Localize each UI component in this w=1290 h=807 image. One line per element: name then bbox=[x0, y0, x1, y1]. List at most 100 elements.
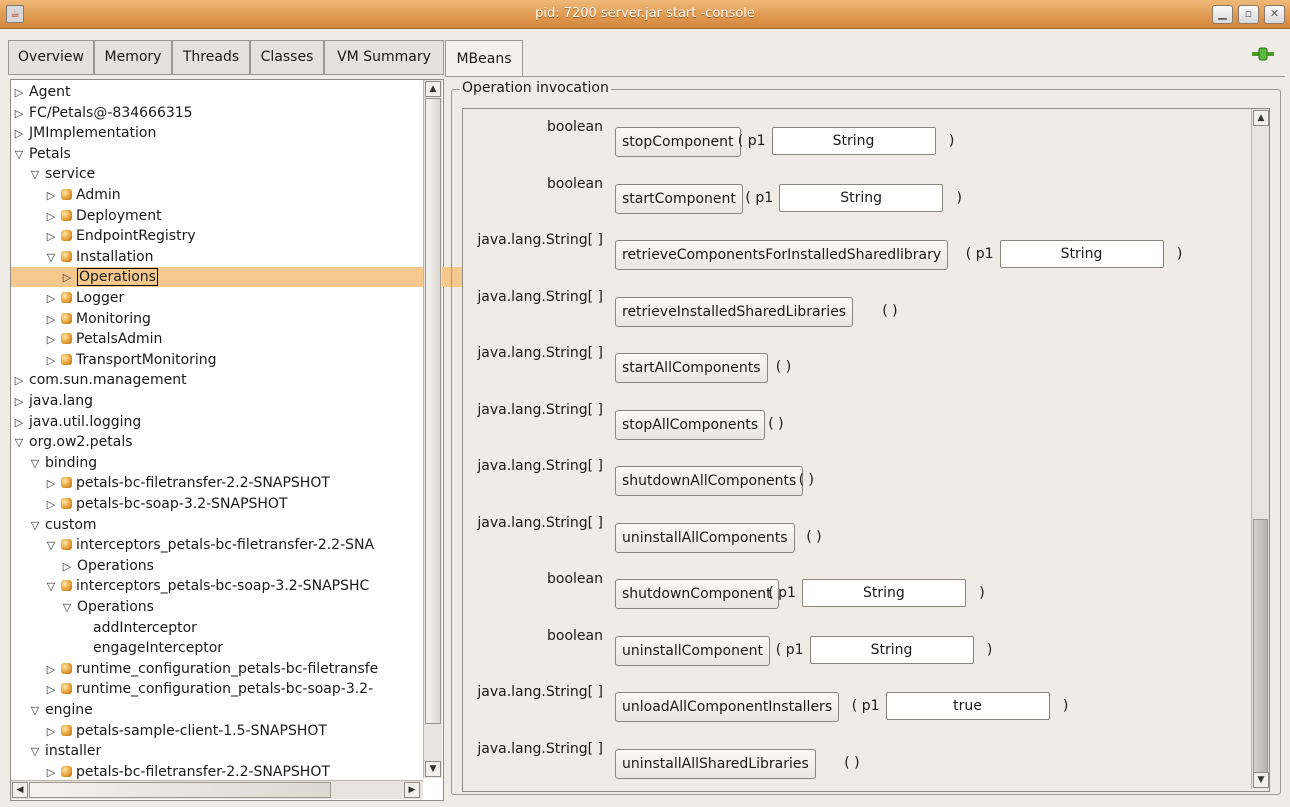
invoke-operation-button[interactable]: shutdownComponent bbox=[615, 579, 779, 609]
tree-node[interactable]: ▽ Operations bbox=[11, 597, 471, 617]
minimize-button[interactable]: ▁ bbox=[1212, 5, 1233, 24]
expanded-triangle-icon[interactable]: ▽ bbox=[61, 598, 73, 617]
tree-node[interactable]: engageInterceptor bbox=[11, 638, 487, 658]
scroll-up-icon[interactable]: ▲ bbox=[1253, 110, 1269, 126]
invoke-operation-button[interactable]: uninstallAllComponents bbox=[615, 522, 795, 553]
tree-node[interactable]: ▽ installer bbox=[11, 741, 439, 761]
tree-node[interactable]: ▽ interceptors_petals-bc-soap-3.2-SNAPSHC bbox=[11, 576, 455, 596]
expanded-triangle-icon[interactable]: ▽ bbox=[45, 577, 57, 596]
tree-node[interactable]: ▷ runtime_configuration_petals-bc-soap-3.… bbox=[11, 679, 455, 699]
tree-node[interactable]: ▷ JMImplementation bbox=[11, 123, 423, 143]
expanded-triangle-icon[interactable]: ▽ bbox=[29, 165, 41, 184]
collapsed-triangle-icon[interactable]: ▷ bbox=[61, 557, 73, 576]
collapsed-triangle-icon[interactable]: ▷ bbox=[45, 330, 57, 349]
tree-node[interactable]: ▽ service bbox=[11, 164, 439, 184]
parameter-input[interactable]: String bbox=[779, 183, 944, 212]
expanded-triangle-icon[interactable]: ▽ bbox=[29, 516, 41, 535]
tree-node[interactable]: ▷ java.util.logging bbox=[11, 412, 423, 432]
tree-node[interactable]: ▷ java.lang bbox=[11, 391, 423, 411]
tree-node[interactable]: ▽ engine bbox=[11, 700, 439, 720]
collapsed-triangle-icon[interactable]: ▷ bbox=[45, 474, 57, 493]
collapsed-triangle-icon[interactable]: ▷ bbox=[45, 495, 57, 514]
tree-node[interactable]: ▽ interceptors_petals-bc-filetransfer-2.2… bbox=[11, 535, 455, 555]
tree-node[interactable]: ▷ petals-bc-filetransfer-2.2-SNAPSHOT bbox=[11, 762, 455, 782]
operations-vertical-scrollbar[interactable]: ▲ ▼ bbox=[1251, 109, 1269, 789]
tree-node[interactable]: ▷ TransportMonitoring bbox=[11, 350, 455, 370]
collapsed-triangle-icon[interactable]: ▷ bbox=[45, 207, 57, 226]
tree-node[interactable]: ▷ Logger bbox=[11, 288, 455, 308]
tree-node[interactable]: ▷ Agent bbox=[11, 82, 423, 102]
tree-node[interactable]: ▽ binding bbox=[11, 453, 439, 473]
parameter-input[interactable]: String bbox=[771, 127, 936, 155]
scroll-left-icon[interactable]: ◀ bbox=[12, 782, 28, 798]
invoke-operation-button[interactable]: retrieveComponentsForInstalledSharedlibr… bbox=[615, 240, 949, 270]
tree-node[interactable]: ▷ Monitoring bbox=[11, 309, 455, 329]
expanded-triangle-icon[interactable]: ▽ bbox=[29, 454, 41, 473]
tab-vm-summary[interactable]: VM Summary bbox=[324, 40, 444, 74]
invoke-operation-button[interactable]: startAllComponents bbox=[615, 353, 768, 383]
tree-node[interactable]: ▽ Installation bbox=[11, 247, 455, 267]
invoke-operation-button[interactable]: unloadAllComponentInstallers bbox=[615, 692, 840, 722]
expanded-triangle-icon[interactable]: ▽ bbox=[45, 536, 57, 555]
tree-node[interactable]: ▷ com.sun.management bbox=[11, 370, 423, 390]
scroll-right-icon[interactable]: ▶ bbox=[404, 782, 420, 798]
parameter-input[interactable]: String bbox=[801, 579, 966, 607]
tree-node[interactable]: ▷ Deployment bbox=[11, 206, 455, 226]
parameter-input[interactable]: true bbox=[885, 692, 1050, 720]
tree-vertical-scrollbar[interactable]: ▲ ▼ bbox=[423, 80, 442, 778]
expanded-triangle-icon[interactable]: ▽ bbox=[29, 701, 41, 720]
expanded-triangle-icon[interactable]: ▽ bbox=[13, 433, 25, 452]
collapsed-triangle-icon[interactable]: ▷ bbox=[61, 268, 73, 287]
parameter-input[interactable]: String bbox=[999, 240, 1164, 268]
tree-node[interactable]: ▷ petals-sample-client-1.5-SNAPSHOT bbox=[11, 721, 455, 741]
tree-node[interactable]: ▷ FC/Petals@-834666315 bbox=[11, 103, 423, 123]
collapsed-triangle-icon[interactable]: ▷ bbox=[45, 660, 57, 679]
tree-node[interactable]: addInterceptor bbox=[11, 618, 487, 638]
tree-node[interactable]: ▷ Admin bbox=[11, 185, 455, 205]
scroll-up-icon[interactable]: ▲ bbox=[425, 81, 441, 97]
collapsed-triangle-icon[interactable]: ▷ bbox=[13, 413, 25, 432]
collapsed-triangle-icon[interactable]: ▷ bbox=[45, 722, 57, 741]
invoke-operation-button[interactable]: uninstallComponent bbox=[615, 635, 770, 666]
expanded-triangle-icon[interactable]: ▽ bbox=[13, 145, 25, 164]
tab-overview[interactable]: Overview bbox=[8, 40, 94, 74]
scroll-down-icon[interactable]: ▼ bbox=[425, 761, 441, 777]
operations-scroll-thumb[interactable] bbox=[1253, 519, 1268, 773]
tree-node[interactable]: ▷ PetalsAdmin bbox=[11, 329, 455, 349]
invoke-operation-button[interactable]: retrieveInstalledSharedLibraries bbox=[615, 296, 854, 327]
collapsed-triangle-icon[interactable]: ▷ bbox=[45, 289, 57, 308]
tree-node[interactable]: ▽ org.ow2.petals bbox=[11, 432, 423, 452]
tree-horizontal-scrollbar[interactable]: ◀ ▶ bbox=[11, 780, 423, 799]
scroll-down-icon[interactable]: ▼ bbox=[1253, 772, 1269, 788]
collapsed-triangle-icon[interactable]: ▷ bbox=[45, 227, 57, 246]
collapsed-triangle-icon[interactable]: ▷ bbox=[45, 310, 57, 329]
tree-node[interactable]: ▷ petals-bc-filetransfer-2.2-SNAPSHOT bbox=[11, 473, 455, 493]
tree-scroll-thumb[interactable] bbox=[425, 98, 441, 724]
tree-node[interactable]: ▷ Operations bbox=[11, 556, 471, 576]
collapsed-triangle-icon[interactable]: ▷ bbox=[45, 351, 57, 370]
collapsed-triangle-icon[interactable]: ▷ bbox=[45, 763, 57, 782]
tree-hscroll-thumb[interactable] bbox=[29, 782, 331, 798]
invoke-operation-button[interactable]: startComponent bbox=[615, 183, 743, 214]
tab-classes[interactable]: Classes bbox=[250, 40, 324, 74]
close-button[interactable]: ✕ bbox=[1264, 5, 1285, 24]
tree-node[interactable]: ▷ Operations bbox=[11, 267, 471, 288]
expanded-triangle-icon[interactable]: ▽ bbox=[45, 248, 57, 267]
collapsed-triangle-icon[interactable]: ▷ bbox=[45, 186, 57, 205]
collapsed-triangle-icon[interactable]: ▷ bbox=[13, 392, 25, 411]
collapsed-triangle-icon[interactable]: ▷ bbox=[13, 83, 25, 102]
tab-memory[interactable]: Memory bbox=[94, 40, 172, 74]
maximize-button[interactable]: ▫ bbox=[1238, 5, 1259, 24]
invoke-operation-button[interactable]: stopComponent bbox=[615, 127, 741, 157]
collapsed-triangle-icon[interactable]: ▷ bbox=[13, 371, 25, 390]
invoke-operation-button[interactable]: stopAllComponents bbox=[615, 409, 766, 440]
tree-node[interactable]: ▷ runtime_configuration_petals-bc-filetra… bbox=[11, 659, 455, 679]
parameter-input[interactable]: String bbox=[809, 635, 974, 664]
collapsed-triangle-icon[interactable]: ▷ bbox=[13, 124, 25, 143]
invoke-operation-button[interactable]: shutdownAllComponents bbox=[615, 466, 804, 496]
collapsed-triangle-icon[interactable]: ▷ bbox=[45, 680, 57, 699]
tab-threads[interactable]: Threads bbox=[172, 40, 250, 74]
tree-node[interactable]: ▽ Petals bbox=[11, 144, 423, 164]
collapsed-triangle-icon[interactable]: ▷ bbox=[13, 104, 25, 123]
tree-node[interactable]: ▽ custom bbox=[11, 515, 439, 535]
